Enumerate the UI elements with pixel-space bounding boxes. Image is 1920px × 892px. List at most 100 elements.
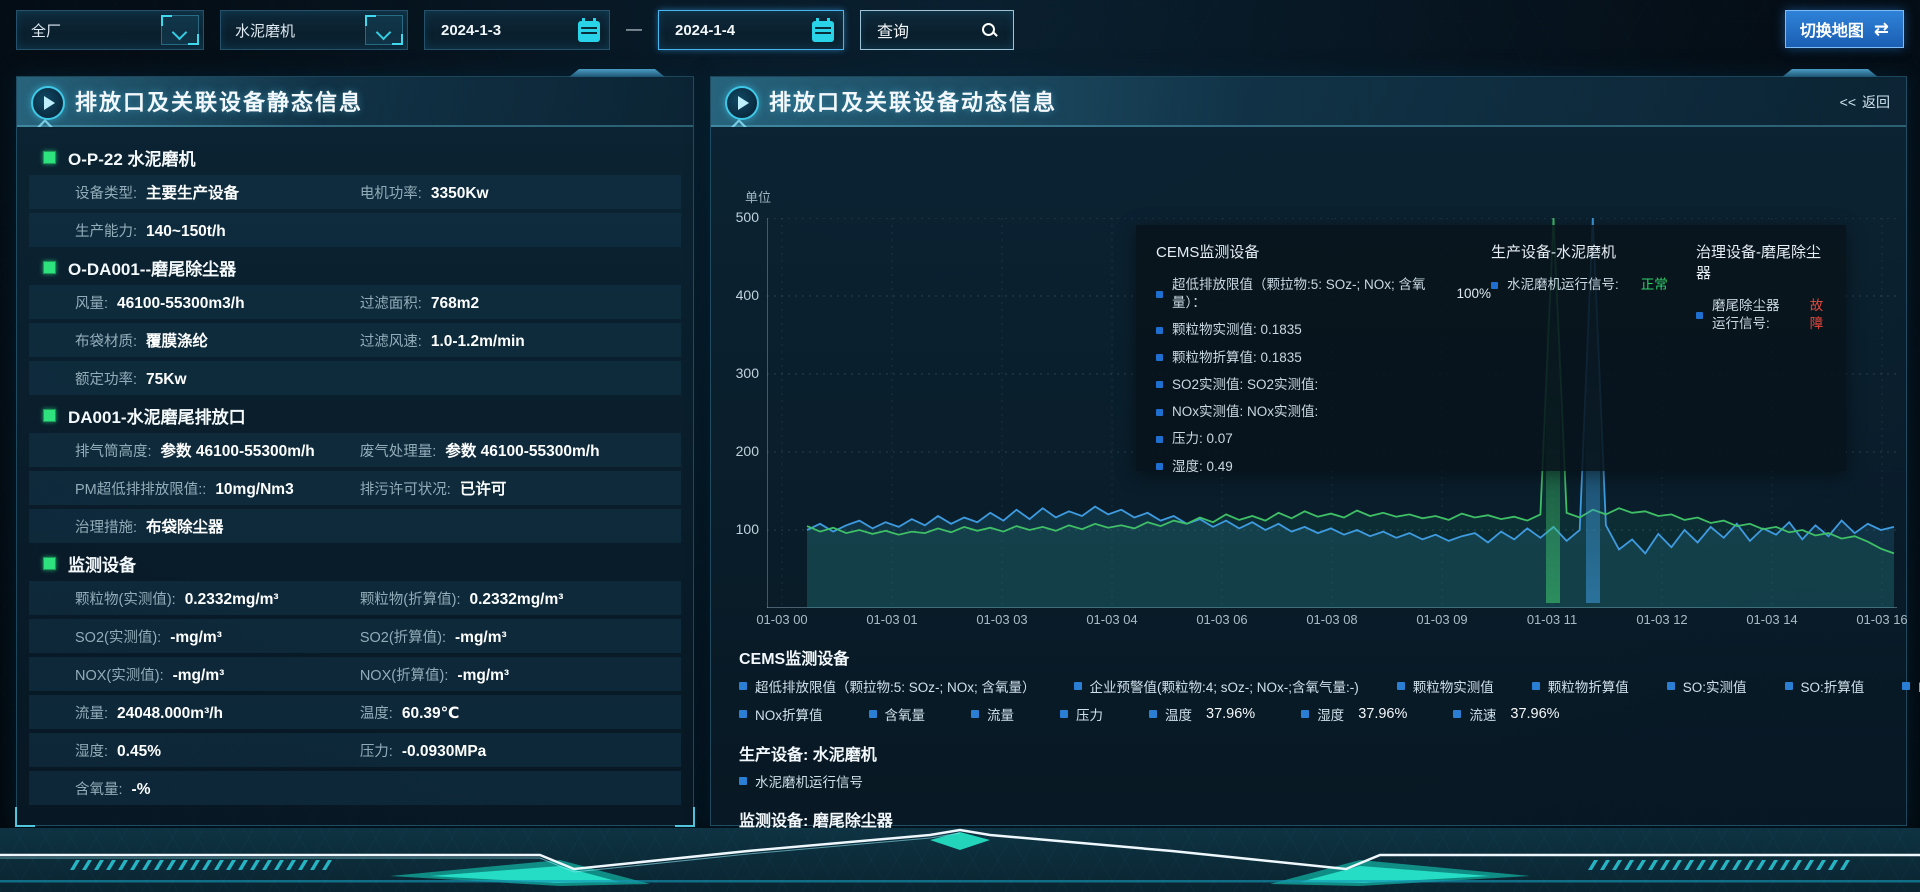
field-cell: PM超低排排放限值::10mg/Nm3 [75,478,360,499]
hatch-mark [1648,860,1658,870]
legend-item-label: 水泥磨机运行信号 [755,771,863,791]
legend-marker-icon [1532,682,1540,690]
field-cell: 额定功率:75Kw [75,368,360,389]
field-label: 排气筒高度: [75,440,152,461]
hatch-mark [262,860,272,870]
legend-item[interactable]: 流速37.96% [1453,704,1559,724]
field-value: 24048.000m³/h [117,705,223,723]
tooltip-row-value: 故障 [1810,297,1826,333]
y-tick-label: 200 [719,443,759,459]
switch-map-button[interactable]: 切换地图 ⇄ [1785,10,1904,48]
field-value: 60.39℃ [402,704,460,723]
field-label: 排污许可状况: [360,478,451,499]
field-label: 过滤面积: [360,292,422,313]
field-value: 75Kw [146,371,187,389]
play-circle-icon [725,86,759,120]
legend-item-label: 超低排放限值（颗拉物:5: SOz-; NOx; 含氧量） [755,676,1036,696]
field-cell: 设备类型:主要生产设备 [75,181,360,203]
calendar-icon[interactable] [578,18,600,42]
field-value: 768m2 [431,295,479,313]
tooltip-row-text: 颗粒物实测值: 0.1835 [1172,321,1302,339]
end-date-value: 2024-1-4 [675,22,735,39]
tooltip-row: 磨尾除尘器运行信号:故障 [1696,297,1826,333]
start-date-input[interactable]: 2024-1-3 [424,10,610,50]
top-toolbar: 全厂 水泥磨机 2024-1-3 — 2024-1-4 查询 [16,10,1014,50]
legend-item[interactable]: NOx折算值 [739,704,823,724]
field-label: NOX(折算值): [360,664,449,685]
field-cell: 过滤面积: 768m2 [360,292,479,313]
legend-item[interactable]: 颗粒物实测值 [1397,676,1494,696]
field-cell: 颗粒物(折算值):0.2332mg/m³ [360,588,564,609]
tooltip-row-text: NOx实测值: NOx实测值: [1172,403,1318,421]
x-tick-label: 01-03 04 [1072,612,1152,627]
legend-marker-icon [1074,682,1082,690]
field-label: 湿度: [75,740,108,761]
legend-item-label: 压力 [1076,704,1103,724]
hatch-mark [1708,860,1718,870]
field-label: SO2(折算值): [360,626,446,647]
series-marker-icon [1156,463,1163,470]
section-heading-label: DA001-水泥磨尾排放口 [68,403,246,428]
chevron-down-icon[interactable] [161,15,199,45]
end-date-input[interactable]: 2024-1-4 [658,10,844,50]
legend-item[interactable]: SO:折算值 [1785,676,1865,696]
legend-item[interactable]: 超低排放限值（颗拉物:5: SOz-; NOx; 含氧量） [739,676,1036,696]
series-marker-icon [1156,436,1163,443]
footer-hatch-left [70,860,332,870]
hatch-mark [1624,860,1634,870]
field-value: -mg/m³ [173,667,225,685]
calendar-icon[interactable] [812,18,834,42]
x-tick-label: 01-03 08 [1292,612,1372,627]
footer-hatch-right [1588,860,1850,870]
field-value: -0.0930MPa [402,743,486,761]
query-button[interactable]: 查询 [860,10,1014,50]
hatch-mark [250,860,260,870]
plant-select[interactable]: 全厂 [16,10,204,50]
hatch-mark [214,860,224,870]
tooltip-row-value: 正常 [1641,276,1668,294]
hatch-mark [190,860,200,870]
x-tick-label: 01-03 01 [852,612,932,627]
legend-item-label: 流速 [1469,704,1496,724]
legend-item[interactable]: 流量 [971,704,1014,724]
legend-item[interactable]: 压力 [1060,704,1103,724]
legend-item[interactable]: 湿度37.96% [1301,704,1407,724]
table-row: 设备类型:主要生产设备电机功率:3350Kw [29,175,681,209]
field-value: 覆膜涤纶 [146,329,208,351]
back-link[interactable]: << 返回 [1840,92,1890,112]
field-value: -mg/m³ [170,629,222,647]
chevron-down-icon[interactable] [365,15,403,45]
tooltip-row: 超低排放限值（颗拉物:5: SOz-; NOx; 含氧量）：100% [1156,276,1491,312]
hatch-mark [1612,860,1622,870]
field-cell: SO2(实测值): -mg/m³ [75,626,360,647]
legend-item[interactable]: 水泥磨机运行信号 [739,771,863,791]
legend-item-label: 企业预警值(颗粒物:4; sOz-; NOx-;含氧气量:-) [1090,676,1359,696]
x-tick-label: 01-03 12 [1622,612,1702,627]
hatch-mark [154,860,164,870]
field-label: SO2(实测值): [75,626,161,647]
legend-item[interactable]: 颗粒物折算值 [1532,676,1629,696]
tooltip-column: 治理设备-磨尾除尘器磨尾除尘器运行信号:故障 [1696,241,1826,455]
green-square-icon [43,557,56,570]
dynamic-panel-header: 排放口及关联设备动态信息 << 返回 [711,77,1906,127]
legend-marker-icon [971,710,979,718]
legend-item-label: 颗粒物实测值 [1413,676,1494,696]
tooltip-column: CEMS监测设备超低排放限值（颗拉物:5: SOz-; NOx; 含氧量）：10… [1156,241,1491,455]
legend-item[interactable]: 企业预警值(颗粒物:4; sOz-; NOx-;含氧气量:-) [1074,676,1359,696]
device-select[interactable]: 水泥磨机 [220,10,408,50]
field-label: 生产能力: [75,220,137,241]
legend-item[interactable]: NOx实测值 [1902,676,1920,696]
field-cell: 生产能力:140~150t/h [75,220,360,241]
table-row: 湿度:0.45%压力:-0.0930MPa [29,733,681,767]
footer-hud-decoration [0,828,1920,892]
legend-item[interactable]: 含氧量 [869,704,926,724]
field-cell: SO2(折算值):-mg/m³ [360,626,507,647]
table-row: 生产能力:140~150t/h [29,213,681,247]
legend-item[interactable]: 温度37.96% [1149,704,1255,724]
field-cell: 流量:24048.000m³/h [75,702,360,723]
legend-item-label: SO:折算值 [1801,676,1865,696]
legend-item[interactable]: SO:实测值 [1667,676,1747,696]
legend-item-label: 颗粒物折算值 [1548,676,1629,696]
date-range-separator: — [626,21,642,39]
legend-marker-icon [1667,682,1675,690]
